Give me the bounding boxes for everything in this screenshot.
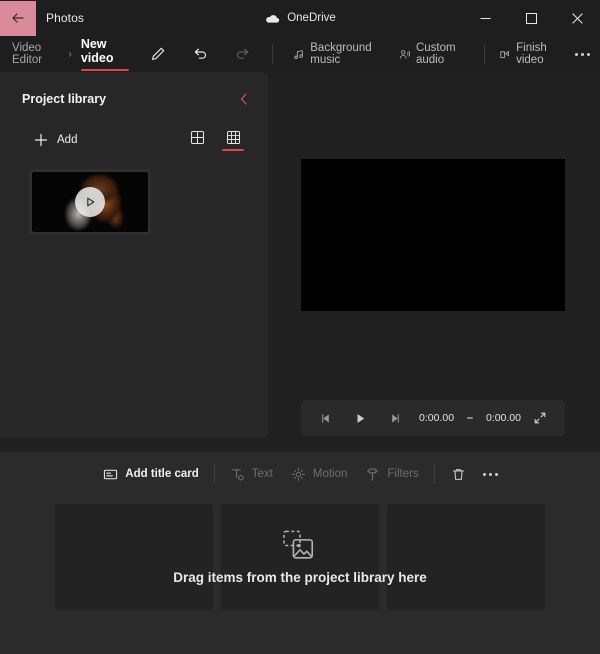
add-media-label: Add [57, 133, 78, 146]
storyboard-divider-1 [213, 464, 215, 484]
custom-audio-button[interactable]: Custom audio [391, 40, 478, 68]
filters-icon [367, 468, 379, 480]
custom-audio-label: Custom audio [415, 42, 456, 66]
storyboard-overflow-button[interactable] [476, 460, 506, 488]
app-title: Photos [46, 11, 84, 25]
play-triangle-icon [87, 197, 95, 207]
redo-icon [237, 48, 249, 59]
background-music-label: Background music [310, 42, 372, 66]
breadcrumb-separator: › [68, 48, 72, 60]
back-button[interactable] [0, 0, 36, 36]
undo-button[interactable] [187, 39, 213, 69]
background-music-button[interactable]: Background music [285, 40, 391, 68]
more-horizontal-icon [483, 472, 487, 476]
minimize-icon [480, 17, 490, 19]
back-arrow-icon [12, 13, 24, 23]
grid-3x3-icon [226, 130, 240, 145]
project-library-header: Project library [0, 72, 268, 108]
command-bar-overflow-button[interactable] [571, 40, 594, 68]
video-thumbnail [32, 172, 148, 232]
music-note-icon [294, 49, 303, 59]
view-large-underline [186, 149, 208, 151]
onedrive-cloud-icon [266, 14, 280, 23]
export-video-icon [500, 50, 509, 58]
motion-label: Motion [312, 468, 348, 480]
video-preview-screen[interactable] [301, 159, 565, 311]
project-library-media-grid [0, 151, 268, 235]
project-library-panel: Project library Add [0, 72, 268, 438]
next-frame-icon [391, 413, 399, 423]
finish-video-label: Finish video [516, 42, 547, 66]
seek-slider[interactable] [467, 417, 473, 419]
view-small-underline [222, 149, 244, 151]
storyboard-toolbar: Add title card Text Motion Filters [0, 452, 600, 496]
breadcrumb-current[interactable]: New video [79, 37, 131, 71]
current-time: 0:00.00 [419, 412, 455, 424]
play-button[interactable] [345, 404, 375, 432]
play-circle-icon[interactable] [75, 187, 105, 217]
fullscreen-button[interactable] [525, 404, 555, 432]
minimize-button[interactable] [462, 0, 508, 36]
breadcrumb-current-label: New video [80, 37, 114, 65]
editor-upper-area: Project library Add 0:00.00 0:00.00 [0, 72, 600, 452]
storyboard-divider-2 [433, 464, 435, 484]
breadcrumb-active-underline [80, 69, 129, 71]
project-library-title: Project library [22, 92, 107, 106]
project-library-toolbar: Add [0, 108, 268, 151]
breadcrumb-root[interactable]: Video Editor [12, 42, 60, 66]
pencil-icon [152, 47, 165, 60]
rename-project-button[interactable] [145, 39, 171, 69]
add-title-card-button[interactable]: Add title card [94, 460, 207, 488]
storyboard-slot[interactable] [221, 504, 379, 610]
library-view-toggles [184, 128, 246, 151]
storyboard-slot[interactable] [387, 504, 545, 610]
window-controls [462, 0, 600, 36]
more-horizontal-icon [574, 52, 578, 56]
previous-frame-button[interactable] [311, 404, 341, 432]
title-card-icon [104, 469, 118, 479]
filters-button[interactable]: Filters [356, 460, 427, 488]
text-icon [232, 468, 244, 480]
maximize-icon [525, 12, 537, 24]
storyboard-area: Add title card Text Motion Filters Drag … [0, 452, 600, 654]
storyboard-slot[interactable] [55, 504, 213, 610]
command-bar-divider-2 [483, 44, 485, 64]
collapse-library-button[interactable] [234, 90, 254, 108]
play-icon [357, 413, 364, 423]
previous-frame-icon [321, 413, 329, 423]
plus-icon [34, 133, 48, 146]
photos-video-editor-window: Photos OneDrive Video Editor › New video… [0, 0, 600, 654]
maximize-button[interactable] [508, 0, 554, 36]
library-media-item[interactable] [29, 169, 151, 235]
close-button[interactable] [554, 0, 600, 36]
undo-icon [194, 48, 207, 59]
redo-button[interactable] [230, 39, 256, 69]
playback-controls: 0:00.00 0:00.00 [301, 400, 565, 436]
add-title-card-label: Add title card [125, 468, 199, 480]
delete-clip-button[interactable] [441, 460, 476, 488]
finish-video-button[interactable]: Finish video [491, 40, 571, 68]
video-preview-pane: 0:00.00 0:00.00 [268, 72, 600, 452]
text-label: Text [251, 468, 273, 480]
view-large-thumbnails-button[interactable] [184, 128, 210, 151]
view-small-thumbnails-button[interactable] [220, 128, 246, 151]
motion-icon [291, 467, 305, 481]
expand-icon [534, 412, 546, 424]
total-time: 0:00.00 [485, 412, 521, 424]
filters-label: Filters [387, 468, 419, 480]
text-button[interactable]: Text [221, 460, 282, 488]
trash-icon [452, 468, 464, 480]
close-icon [571, 12, 583, 24]
storyboard-track[interactable]: Drag items from the project library here [0, 503, 600, 611]
motion-button[interactable]: Motion [282, 460, 357, 488]
next-frame-button[interactable] [379, 404, 409, 432]
grid-2x2-icon [190, 130, 204, 145]
command-bar: Video Editor › New video Background musi… [0, 36, 600, 72]
command-bar-divider [272, 44, 273, 64]
chevron-left-icon [240, 93, 247, 105]
title-bar: Photos OneDrive [0, 0, 600, 36]
onedrive-label: OneDrive [287, 12, 336, 24]
person-audio-icon [399, 49, 410, 58]
add-media-button[interactable]: Add [34, 133, 77, 147]
